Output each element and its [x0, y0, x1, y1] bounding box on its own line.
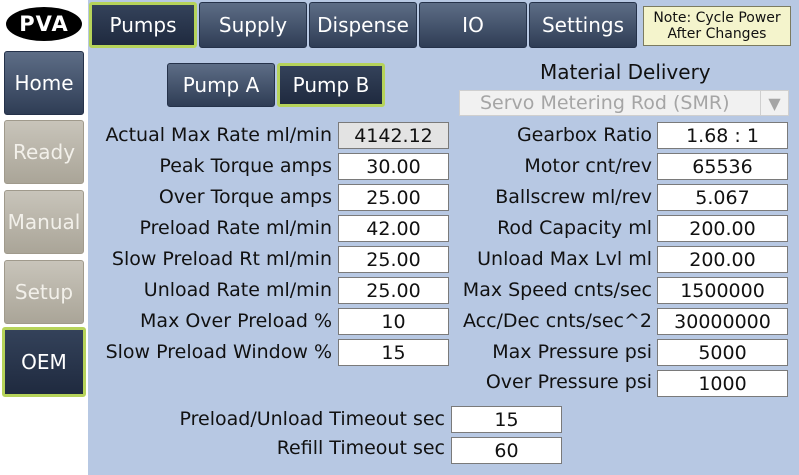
- tab-supply[interactable]: Supply: [199, 2, 307, 48]
- ballscrew-field[interactable]: 5.067: [657, 184, 788, 211]
- over-torque-field[interactable]: 25.00: [338, 184, 449, 211]
- max-pressure-label: Max Pressure psi: [492, 341, 652, 363]
- preload-rate-label: Preload Rate ml/min: [139, 217, 332, 239]
- tab-settings[interactable]: Settings: [529, 2, 637, 48]
- logo-text: PVA: [19, 12, 69, 36]
- acc-dec-label: Acc/Dec cnts/sec^2: [462, 310, 652, 332]
- max-speed-label: Max Speed cnts/sec: [462, 279, 652, 301]
- preload-rate-field[interactable]: 42.00: [338, 215, 449, 242]
- tab-io[interactable]: IO: [419, 2, 527, 48]
- refill-timeout-field[interactable]: 60: [451, 437, 562, 464]
- motor-cnt-rev-field[interactable]: 65536: [657, 153, 788, 180]
- gearbox-ratio-field[interactable]: 1.68 : 1: [657, 122, 788, 149]
- over-pressure-label: Over Pressure psi: [485, 371, 652, 393]
- motor-cnt-rev-label: Motor cnt/rev: [524, 155, 652, 177]
- preload-unload-timeout-field[interactable]: 15: [451, 406, 562, 433]
- pump-a-button[interactable]: Pump A: [167, 63, 275, 107]
- slow-preload-window-field[interactable]: 15: [338, 339, 449, 366]
- tab-dispense[interactable]: Dispense: [309, 2, 417, 48]
- nav-ready-button[interactable]: Ready: [4, 120, 84, 184]
- max-over-preload-label: Max Over Preload %: [140, 310, 332, 332]
- chevron-down-icon: ▼: [760, 91, 788, 115]
- material-delivery-select[interactable]: Servo Metering Rod (SMR) ▼: [459, 90, 789, 116]
- peak-torque-label: Peak Torque amps: [159, 155, 332, 177]
- pump-b-button[interactable]: Pump B: [277, 63, 385, 107]
- nav-home-button[interactable]: Home: [4, 51, 84, 115]
- slow-preload-rate-field[interactable]: 25.00: [338, 246, 449, 273]
- max-pressure-field[interactable]: 5000: [657, 339, 788, 366]
- slow-preload-window-label: Slow Preload Window %: [105, 341, 332, 363]
- unload-max-lvl-label: Unload Max Lvl ml: [477, 248, 652, 270]
- refill-timeout-label: Refill Timeout sec: [276, 437, 445, 459]
- material-delivery-label: Material Delivery: [540, 60, 711, 84]
- max-over-preload-field[interactable]: 10: [338, 308, 449, 335]
- unload-rate-field[interactable]: 25.00: [338, 277, 449, 304]
- max-speed-field[interactable]: 1500000: [657, 277, 788, 304]
- unload-rate-label: Unload Rate ml/min: [143, 279, 332, 301]
- gearbox-ratio-label: Gearbox Ratio: [516, 124, 652, 146]
- tab-pumps[interactable]: Pumps: [89, 2, 197, 48]
- material-delivery-value: Servo Metering Rod (SMR): [480, 92, 730, 114]
- peak-torque-field[interactable]: 30.00: [338, 153, 449, 180]
- nav-setup-button[interactable]: Setup: [4, 260, 84, 324]
- nav-manual-button[interactable]: Manual: [4, 190, 84, 254]
- rod-capacity-label: Rod Capacity ml: [497, 217, 652, 239]
- nav-oem-button[interactable]: OEM: [2, 327, 86, 397]
- over-pressure-field[interactable]: 1000: [657, 370, 788, 397]
- preload-unload-timeout-label: Preload/Unload Timeout sec: [179, 408, 446, 430]
- rod-capacity-field[interactable]: 200.00: [657, 215, 788, 242]
- unload-max-lvl-field[interactable]: 200.00: [657, 246, 788, 273]
- slow-preload-rate-label: Slow Preload Rt ml/min: [111, 248, 332, 270]
- ballscrew-label: Ballscrew ml/rev: [495, 186, 652, 208]
- pva-logo: PVA: [6, 7, 82, 41]
- over-torque-label: Over Torque amps: [158, 186, 332, 208]
- actual-max-rate-field: 4142.12: [338, 122, 449, 149]
- actual-max-rate-label: Actual Max Rate ml/min: [105, 124, 332, 146]
- cycle-power-note: Note: Cycle Power After Changes: [643, 6, 791, 46]
- acc-dec-field[interactable]: 30000000: [657, 308, 788, 335]
